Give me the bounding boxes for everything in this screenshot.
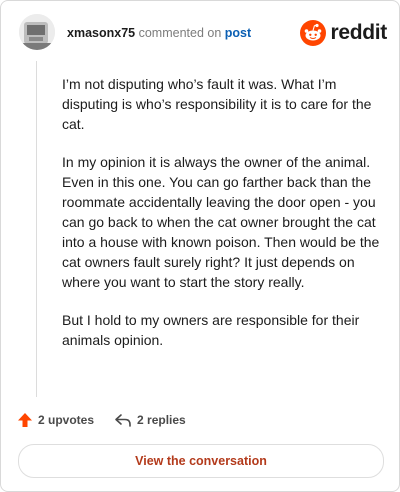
- view-conversation-button[interactable]: View the conversation: [18, 444, 384, 478]
- replies-button[interactable]: 2 replies: [114, 412, 186, 428]
- avatar-image: [19, 14, 55, 50]
- comment-meta: xmasonx75 commented on post: [67, 26, 251, 40]
- upvote-arrow-icon: [18, 413, 32, 427]
- avatar[interactable]: [19, 14, 55, 50]
- reddit-snoo-icon: [300, 20, 327, 46]
- reddit-logo[interactable]: reddit: [300, 19, 387, 47]
- username-link[interactable]: xmasonx75: [67, 26, 135, 40]
- view-conversation-label: View the conversation: [135, 454, 267, 468]
- upvote-count: 2 upvotes: [38, 413, 95, 427]
- comment-paragraph: But I hold to my owners are responsible …: [62, 312, 360, 348]
- reply-arrow-icon: [115, 414, 131, 427]
- commented-on-text: commented on: [138, 26, 222, 40]
- reddit-wordmark: reddit: [330, 21, 387, 44]
- comment-paragraph: I’m not disputing who’s fault it was. Wh…: [62, 76, 372, 132]
- thread-line[interactable]: [36, 61, 37, 397]
- comment-body: I’m not disputing who’s fault it was. Wh…: [62, 74, 382, 368]
- reply-count: 2 replies: [137, 413, 186, 427]
- post-link[interactable]: post: [225, 26, 251, 40]
- embedded-comment-card: xmasonx75 commented on post reddit I’m n…: [0, 0, 400, 492]
- comment-paragraph: In my opinion it is always the owner of …: [62, 154, 380, 290]
- comment-header: xmasonx75 commented on post reddit: [15, 14, 387, 54]
- comment-actions: 2 upvotes 2 replies: [17, 410, 377, 430]
- upvote-button[interactable]: 2 upvotes: [17, 412, 94, 428]
